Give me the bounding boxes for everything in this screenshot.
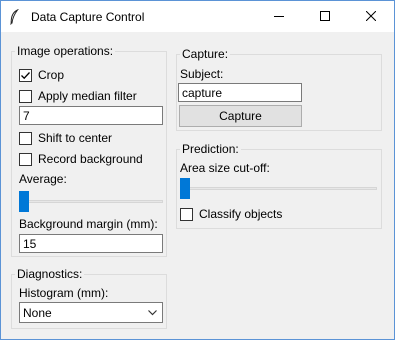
average-slider-thumb[interactable] [19,191,29,212]
area-size-slider-thumb[interactable] [180,178,190,199]
shift-to-center-label: Shift to center [38,131,113,145]
median-filter-checkbox-box[interactable] [19,89,32,103]
histogram-select[interactable]: None [19,302,163,323]
median-filter-size-input[interactable]: 7 [19,106,163,125]
minimize-button[interactable] [256,1,302,32]
subject-input[interactable]: capture [178,83,302,102]
histogram-label: Histogram (mm): [19,286,109,300]
diagnostics-legend: Diagnostics: [17,267,83,281]
capture-legend: Capture: [182,47,229,61]
chevron-down-icon [148,310,157,316]
record-background-checkbox-box[interactable] [19,152,32,166]
classify-objects-checkbox[interactable]: Classify objects [180,206,282,222]
image-operations-legend: Image operations: [17,44,114,58]
background-margin-input[interactable]: 15 [19,234,163,253]
window-title: Data Capture Control [31,10,145,24]
average-slider-track[interactable] [19,200,163,203]
record-background-checkbox[interactable]: Record background [19,151,143,167]
minimize-icon [274,16,284,17]
histogram-selected-value: None [23,306,52,320]
median-filter-checkbox[interactable]: Apply median filter [19,88,137,104]
crop-checkbox[interactable]: Crop [19,67,64,83]
classify-objects-checkbox-box[interactable] [180,207,193,221]
average-label: Average: [19,172,67,186]
subject-label: Subject: [180,67,224,81]
feather-icon [9,8,20,25]
background-margin-label: Background margin (mm): [19,217,158,231]
capture-button-label: Capture [219,109,262,123]
median-filter-label: Apply median filter [38,89,137,103]
crop-label: Crop [38,68,65,82]
capture-button[interactable]: Capture [179,105,302,127]
shift-to-center-checkbox[interactable]: Shift to center [19,130,112,146]
area-size-slider-track[interactable] [180,187,377,190]
classify-objects-label: Classify objects [199,207,283,221]
app-window: Data Capture Control Image operations: C… [0,0,395,340]
title-bar: Data Capture Control [1,1,394,32]
shift-to-center-checkbox-box[interactable] [19,131,32,145]
maximize-button[interactable] [302,1,348,32]
maximize-icon [320,11,330,21]
crop-checkbox-box[interactable] [19,68,32,82]
area-size-cutoff-label: Area size cut-off: [180,161,270,175]
record-background-label: Record background [38,152,143,166]
close-button[interactable] [348,1,394,32]
close-icon [366,11,376,21]
prediction-legend: Prediction: [182,142,239,156]
checkmark-icon [21,71,30,79]
